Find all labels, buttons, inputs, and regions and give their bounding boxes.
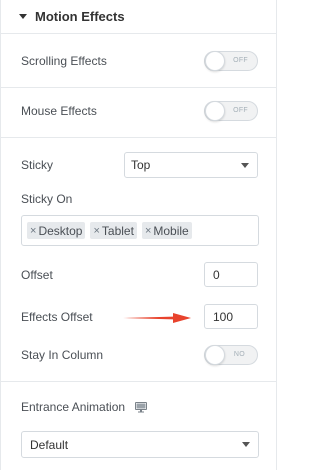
divider: [1, 87, 276, 88]
offset-label: Offset: [21, 267, 53, 282]
remove-tag-icon[interactable]: ×: [93, 225, 99, 237]
toggle-state-text: NO: [233, 351, 245, 358]
divider: [1, 137, 276, 138]
arrow-shape: [123, 313, 191, 323]
stay-in-column-label: Stay In Column: [21, 348, 104, 362]
toggle-state-text: OFF: [233, 57, 248, 64]
divider: [1, 381, 276, 382]
remove-tag-icon[interactable]: ×: [145, 225, 151, 237]
scrolling-effects-label: Scrolling Effects: [21, 54, 107, 68]
scrolling-effects-toggle[interactable]: OFF: [204, 51, 258, 71]
stay-in-column-toggle[interactable]: NO: [204, 345, 258, 365]
sticky-label: Sticky: [21, 158, 54, 172]
section-title: Motion Effects: [35, 9, 125, 24]
mouse-effects-label: Mouse Effects: [21, 104, 97, 118]
tag-mobile: × Mobile: [141, 222, 192, 239]
toggle-state-text: OFF: [233, 107, 248, 114]
scrolling-effects-row: Scrolling Effects OFF: [21, 51, 258, 71]
entrance-animation-value: Default: [30, 437, 69, 452]
sticky-on-multiselect[interactable]: × Desktop × Tablet × Mobile: [21, 215, 259, 246]
toggle-knob: [205, 101, 225, 121]
tag-label: Tablet: [101, 223, 134, 238]
motion-effects-panel: Motion Effects Scrolling Effects OFF Mou…: [0, 0, 277, 470]
chevron-down-icon: [241, 162, 249, 168]
offset-input[interactable]: 0: [204, 262, 258, 287]
stay-in-column-row: Stay In Column NO: [21, 345, 258, 365]
toggle-knob: [205, 345, 225, 365]
desktop-monitor-icon[interactable]: [135, 401, 148, 413]
toggle-knob: [205, 51, 225, 71]
entrance-animation-select[interactable]: Default: [21, 431, 259, 458]
effects-offset-label: Effects Offset: [21, 309, 93, 324]
caret-down-icon: [19, 14, 27, 19]
sticky-select[interactable]: Top: [124, 152, 258, 178]
sticky-row: Sticky Top: [21, 152, 258, 178]
motion-effects-header[interactable]: Motion Effects: [1, 0, 276, 34]
entrance-animation-row: Entrance Animation: [21, 400, 258, 414]
chevron-down-icon: [242, 442, 250, 447]
mouse-effects-row: Mouse Effects OFF: [21, 101, 258, 121]
remove-tag-icon[interactable]: ×: [30, 225, 36, 237]
sticky-on-label: Sticky On: [21, 192, 73, 206]
tag-desktop: × Desktop: [27, 222, 86, 239]
tag-tablet: × Tablet: [90, 222, 137, 239]
red-arrow-annotation: [123, 313, 191, 323]
sticky-select-value: Top: [131, 158, 151, 172]
entrance-animation-label: Entrance Animation: [21, 400, 126, 414]
offset-row: Offset 0: [21, 262, 258, 287]
sticky-on-row: Sticky On: [21, 192, 258, 206]
tag-label: Desktop: [38, 223, 83, 238]
tag-label: Mobile: [153, 223, 189, 238]
effects-offset-input[interactable]: 100: [204, 304, 258, 329]
mouse-effects-toggle[interactable]: OFF: [204, 101, 258, 121]
